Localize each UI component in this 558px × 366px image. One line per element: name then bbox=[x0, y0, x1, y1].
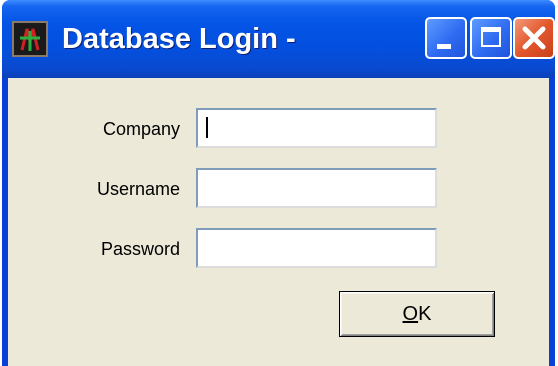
username-input[interactable] bbox=[196, 168, 437, 208]
ok-label-rest: K bbox=[418, 302, 432, 325]
close-button[interactable] bbox=[513, 17, 555, 59]
ok-button[interactable]: OK bbox=[339, 291, 495, 337]
company-input[interactable] bbox=[196, 108, 437, 148]
window-title: Database Login - bbox=[62, 23, 296, 55]
password-input[interactable] bbox=[196, 228, 437, 268]
maximize-icon bbox=[481, 27, 501, 47]
maximize-button[interactable] bbox=[470, 17, 512, 59]
app-icon[interactable] bbox=[12, 21, 48, 57]
login-window: Database Login - Company Username Passwo… bbox=[2, 0, 555, 366]
username-label: Username bbox=[96, 179, 180, 199]
company-label: Company bbox=[102, 119, 180, 139]
title-bar[interactable]: Database Login - bbox=[2, 0, 555, 78]
close-icon bbox=[522, 26, 546, 50]
ok-mnemonic: O bbox=[402, 302, 419, 325]
dialog-body: Company Username Password OK bbox=[8, 78, 549, 366]
minimize-button[interactable] bbox=[425, 17, 467, 59]
password-label: Password bbox=[100, 239, 180, 259]
text-caret bbox=[206, 117, 208, 138]
minimize-icon bbox=[437, 44, 451, 49]
